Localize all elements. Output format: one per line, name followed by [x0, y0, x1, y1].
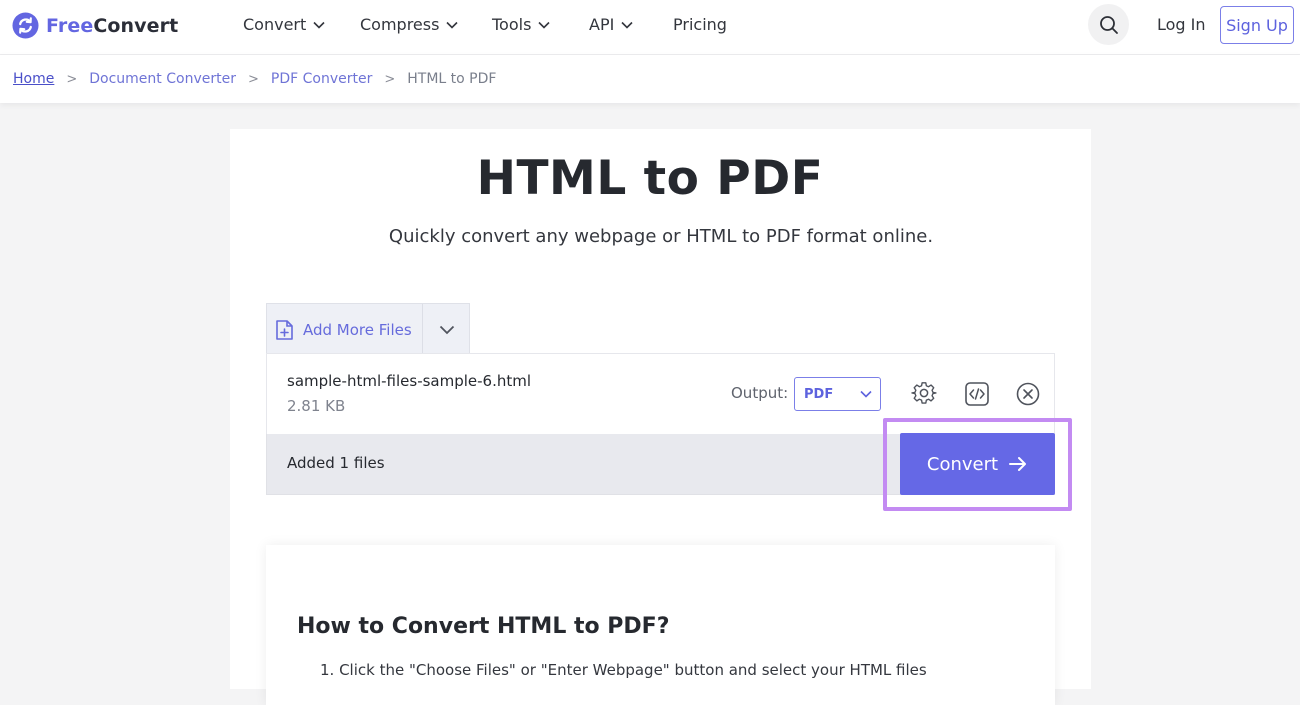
nav-compress-label: Compress	[360, 15, 440, 34]
signup-button[interactable]: Sign Up	[1220, 6, 1294, 44]
nav-tools[interactable]: Tools	[492, 15, 550, 34]
code-icon	[965, 382, 989, 406]
breadcrumb-current: HTML to PDF	[407, 71, 497, 87]
chevron-right-icon: >	[66, 71, 78, 87]
nav-pricing[interactable]: Pricing	[673, 15, 727, 34]
arrow-right-icon	[1009, 457, 1027, 471]
breadcrumb-document-converter[interactable]: Document Converter	[89, 71, 236, 87]
convert-button[interactable]: Convert	[900, 433, 1055, 495]
chevron-right-icon: >	[384, 71, 396, 87]
freeconvert-logo-icon	[12, 12, 39, 39]
nav-pricing-label: Pricing	[673, 15, 727, 34]
search-icon	[1099, 15, 1118, 34]
output-label: Output:	[731, 384, 789, 402]
add-more-files-label: Add More Files	[303, 320, 412, 339]
chevron-down-icon	[860, 390, 872, 398]
logo-text-free: Free	[46, 14, 94, 37]
remove-file-button[interactable]	[1014, 380, 1042, 408]
breadcrumb-pdf-converter[interactable]: PDF Converter	[271, 71, 372, 87]
file-name: sample-html-files-sample-6.html	[287, 372, 532, 390]
output-format-value: PDF	[804, 386, 834, 402]
logo[interactable]: FreeConvert	[12, 12, 178, 39]
logo-text-convert: Convert	[93, 14, 179, 37]
convert-button-label: Convert	[926, 453, 999, 475]
chevron-down-icon	[538, 21, 550, 29]
settings-button[interactable]	[910, 380, 938, 408]
file-size: 2.81 KB	[287, 397, 346, 415]
breadcrumb: Home > Document Converter > PDF Converte…	[13, 71, 496, 87]
search-button[interactable]	[1088, 4, 1129, 45]
close-circle-icon	[1016, 382, 1040, 406]
embed-code-button[interactable]	[963, 380, 991, 408]
howto-section: How to Convert HTML to PDF? 1. Click the…	[266, 545, 1055, 705]
add-more-files-button[interactable]: Add More Files	[267, 304, 422, 355]
add-files-dropdown-toggle[interactable]	[423, 304, 471, 355]
nav-convert[interactable]: Convert	[243, 15, 325, 34]
page-title: HTML to PDF	[476, 151, 824, 206]
breadcrumb-bar: Home > Document Converter > PDF Converte…	[0, 55, 1300, 103]
login-link[interactable]: Log In	[1157, 15, 1206, 34]
add-files-bar: Add More Files	[266, 303, 471, 355]
chevron-down-icon	[446, 21, 459, 29]
top-navigation: FreeConvert Convert Compress Tools API P…	[0, 0, 1300, 55]
add-file-icon	[276, 319, 293, 340]
nav-api[interactable]: API	[589, 15, 633, 34]
page-subtitle: Quickly convert any webpage or HTML to P…	[388, 226, 934, 247]
chevron-down-icon	[621, 21, 633, 29]
nav-api-label: API	[589, 15, 615, 34]
logo-text: FreeConvert	[46, 15, 178, 37]
chevron-down-icon	[313, 21, 325, 29]
chevron-down-icon	[439, 325, 455, 334]
nav-compress[interactable]: Compress	[360, 15, 459, 34]
nav-convert-label: Convert	[243, 15, 307, 34]
files-added-count: Added 1 files	[287, 454, 385, 472]
howto-step-1: 1. Click the "Choose Files" or "Enter We…	[320, 661, 927, 679]
breadcrumb-home[interactable]: Home	[13, 71, 54, 87]
chevron-right-icon: >	[247, 71, 259, 87]
nav-tools-label: Tools	[492, 15, 532, 34]
howto-title: How to Convert HTML to PDF?	[297, 614, 670, 639]
output-format-select[interactable]: PDF	[794, 377, 881, 411]
gear-icon	[911, 382, 937, 404]
